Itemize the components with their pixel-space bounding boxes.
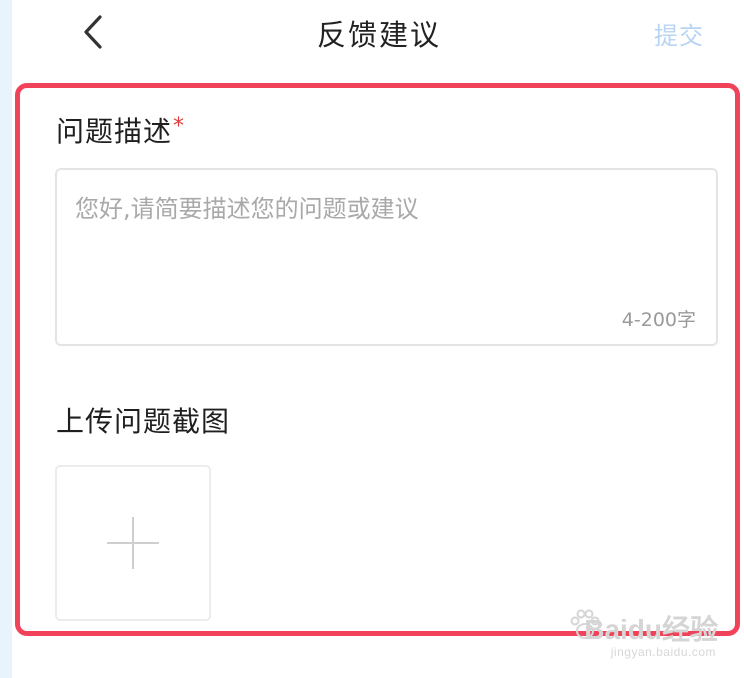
baidu-jingyan-watermark: Baidu经验 jingyan.baidu.com bbox=[548, 608, 718, 664]
required-mark: * bbox=[173, 114, 186, 139]
navigation-bar: 反馈建议 提交 bbox=[12, 0, 744, 66]
char-limit-hint: 4-200字 bbox=[621, 309, 696, 331]
left-edge-strip bbox=[0, 0, 12, 678]
add-screenshot-button[interactable] bbox=[55, 465, 211, 621]
description-placeholder: 您好,请简要描述您的问题或建议 bbox=[75, 195, 419, 223]
screenshot-upload-label: 上传问题截图 bbox=[56, 405, 231, 438]
problem-description-label-text: 问题描述 bbox=[56, 115, 173, 148]
watermark-logo-text: Baidu经验 bbox=[584, 614, 718, 645]
submit-button[interactable]: 提交 bbox=[654, 16, 704, 51]
problem-description-input[interactable]: 您好,请简要描述您的问题或建议 4-200字 bbox=[55, 168, 718, 346]
problem-description-label: 问题描述* bbox=[56, 110, 185, 150]
page-title-text: 反馈建议 bbox=[316, 18, 441, 52]
plus-icon bbox=[107, 517, 159, 569]
watermark-site: jingyan.baidu.com bbox=[610, 645, 716, 659]
page-title: 反馈建议 bbox=[12, 12, 744, 54]
